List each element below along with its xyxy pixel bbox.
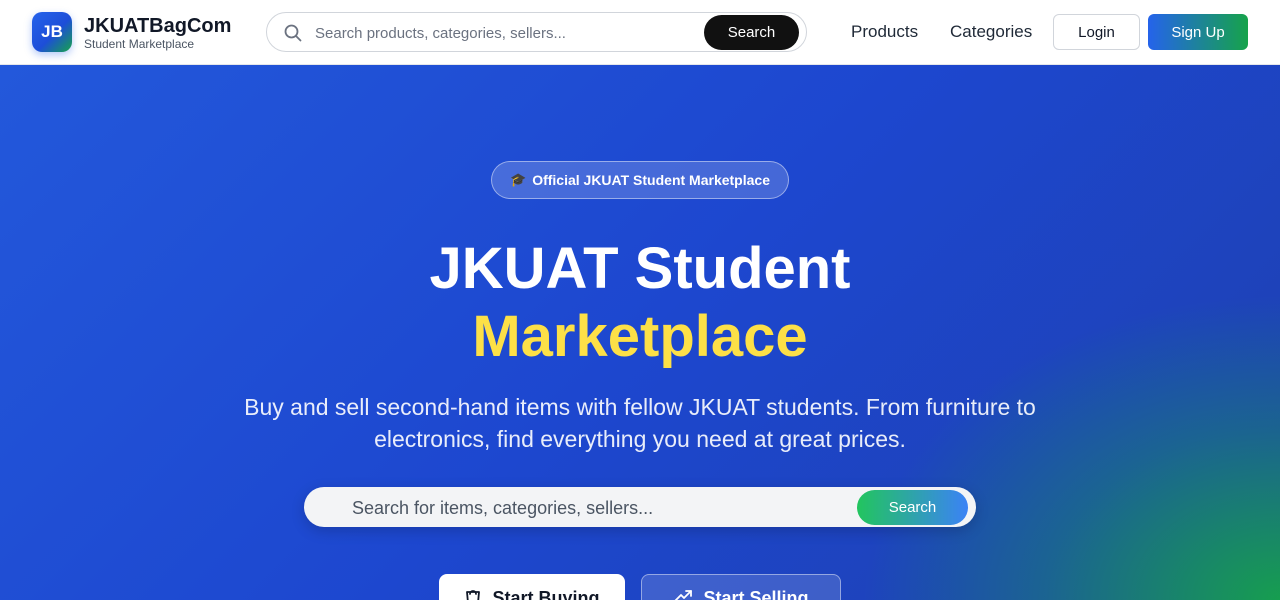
brand-subtitle: Student Marketplace: [84, 37, 195, 51]
hero-title-line1: JKUAT Student: [429, 236, 851, 301]
graduation-cap-icon: 🎓: [510, 172, 527, 188]
hero-section: 🎓 Official JKUAT Student Marketplace JKU…: [0, 65, 1280, 600]
official-badge: 🎓 Official JKUAT Student Marketplace: [491, 161, 789, 199]
start-selling-label: Start Selling: [703, 587, 809, 600]
start-selling-button[interactable]: Start Selling: [641, 574, 841, 600]
trending-up-icon: [673, 587, 693, 600]
nav-products-link[interactable]: Products: [851, 22, 918, 42]
nav-categories-link[interactable]: Categories: [950, 22, 1032, 42]
top-navbar: JB JKUATBagCom Student Marketplace Searc…: [0, 0, 1280, 65]
shopping-bag-icon: [464, 587, 482, 600]
hero-search-input[interactable]: [352, 495, 832, 521]
official-badge-text: Official JKUAT Student Marketplace: [532, 172, 770, 188]
header-search-input[interactable]: [315, 21, 695, 45]
hero-description: Buy and sell second-hand items with fell…: [244, 394, 1036, 452]
login-button[interactable]: Login: [1053, 14, 1140, 50]
header-search-button[interactable]: Search: [704, 15, 799, 50]
header-search-bar: Search: [266, 12, 807, 52]
signup-button[interactable]: Sign Up: [1148, 14, 1248, 50]
hero-title-line2: Marketplace: [472, 304, 808, 369]
start-buying-button[interactable]: Start Buying: [439, 574, 625, 600]
search-icon: [283, 23, 303, 43]
start-buying-label: Start Buying: [492, 587, 600, 600]
logo-badge[interactable]: JB: [32, 12, 72, 52]
hero-search-button[interactable]: Search: [857, 490, 968, 525]
hero-search-bar: Search: [304, 487, 976, 527]
brand-name[interactable]: JKUATBagCom: [84, 15, 231, 37]
